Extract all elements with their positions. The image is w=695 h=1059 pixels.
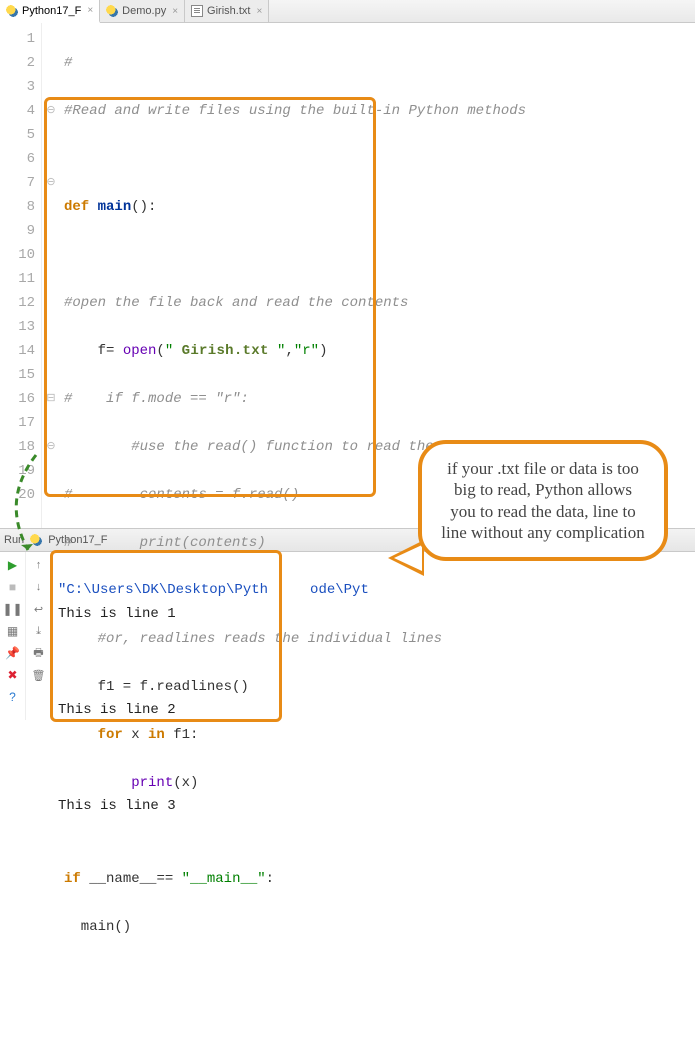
- close-icon[interactable]: ×: [87, 5, 93, 16]
- run-action-gutter: ▶ ■ ❚❚ ▦ 📌 ✖ ?: [0, 552, 26, 720]
- help-button[interactable]: ?: [4, 688, 22, 706]
- comment: #: [64, 55, 72, 71]
- scroll-end-icon[interactable]: ⤓: [30, 622, 48, 640]
- keyword-in: in: [148, 727, 173, 743]
- comment: # contents = f.read(): [64, 487, 299, 503]
- rerun-button[interactable]: ▶: [4, 556, 22, 574]
- exec-path: "C:\Users\DK\Desktop\Pyth ode\Pyt: [58, 582, 369, 598]
- console-line: This is line 3: [58, 794, 689, 818]
- pause-button[interactable]: ❚❚: [4, 600, 22, 618]
- code-line: main(): [64, 919, 131, 935]
- python-icon: [30, 534, 42, 546]
- close-run-button[interactable]: ✖: [4, 666, 22, 684]
- line-number-gutter: 123 456 789 101112 131415 161718 1920: [0, 23, 42, 528]
- console-output[interactable]: "C:\Users\DK\Desktop\Pyth ode\Pyt This i…: [52, 552, 695, 720]
- pin-button[interactable]: 📌: [4, 644, 22, 662]
- filename-literal: Girish.txt: [182, 343, 269, 359]
- func-name: main: [98, 199, 132, 215]
- annotation-bubble-tail: [388, 540, 424, 576]
- scroll-up-icon[interactable]: ↑: [30, 556, 48, 574]
- run-title: Run: [4, 534, 24, 546]
- keyword-if: if: [64, 871, 89, 887]
- tab-label: Python17_F: [22, 5, 81, 17]
- fold-column: ⊖ ⊖ ⊟⊖: [42, 23, 60, 528]
- tab-python17[interactable]: Python17_F ×: [0, 0, 100, 23]
- run-output-gutter: ↑ ↓ ↩ ⤓ 🖶 🗑: [26, 552, 52, 720]
- console-line: This is line 1: [58, 602, 689, 626]
- annotation-box-console: [50, 550, 282, 722]
- keyword-for: for: [98, 727, 132, 743]
- comment: # print(contents): [64, 535, 266, 551]
- annotation-bubble: if your .txt file or data is too big to …: [418, 440, 668, 561]
- comment: #Read and write files using the built-in…: [64, 103, 526, 119]
- tab-label: Girish.txt: [207, 5, 250, 17]
- text-file-icon: [191, 5, 203, 17]
- tab-demo[interactable]: Demo.py ×: [100, 0, 185, 22]
- stop-button[interactable]: ■: [4, 578, 22, 596]
- console-line: This is line 2: [58, 698, 689, 722]
- tab-label: Demo.py: [122, 5, 166, 17]
- softwrap-icon[interactable]: ↩: [30, 600, 48, 618]
- keyword-def: def: [64, 199, 98, 215]
- comment: #open the file back and read the content…: [64, 295, 408, 311]
- clear-icon[interactable]: 🗑: [30, 666, 48, 684]
- run-toolwindow: ▶ ■ ❚❚ ▦ 📌 ✖ ? ↑ ↓ ↩ ⤓ 🖶 🗑 "C:\Users\DK\…: [0, 552, 695, 720]
- print-icon[interactable]: 🖶: [30, 644, 48, 662]
- editor-tabbar: Python17_F × Demo.py × Girish.txt ×: [0, 0, 695, 23]
- tab-girish[interactable]: Girish.txt ×: [185, 0, 269, 22]
- scroll-down-icon[interactable]: ↓: [30, 578, 48, 596]
- comment: # if f.mode == "r":: [64, 391, 249, 407]
- builtin-print: print: [131, 775, 173, 791]
- python-icon: [106, 5, 118, 17]
- layout-button[interactable]: ▦: [4, 622, 22, 640]
- close-icon[interactable]: ×: [256, 6, 262, 17]
- annotation-text: if your .txt file or data is too big to …: [441, 459, 645, 542]
- python-icon: [6, 5, 18, 17]
- close-icon[interactable]: ×: [172, 6, 178, 17]
- builtin-open: open: [123, 343, 157, 359]
